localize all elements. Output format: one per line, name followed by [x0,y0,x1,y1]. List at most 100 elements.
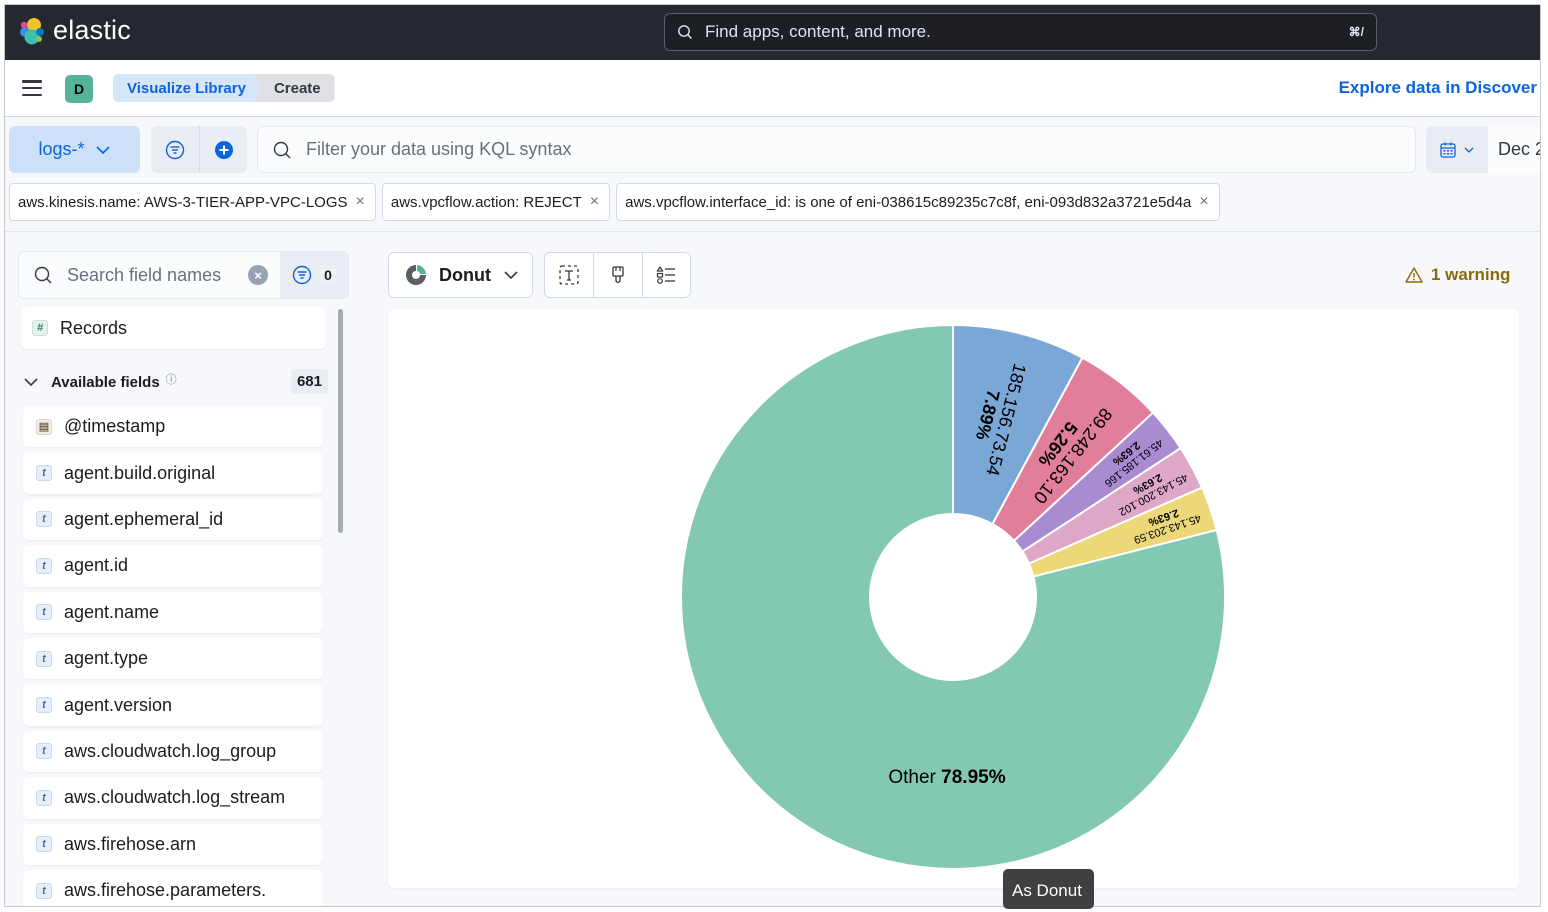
legend-list-icon [656,265,676,284]
quick-date-menu-button[interactable] [1426,126,1488,173]
divider [5,231,1540,232]
field-name: aws.cloudwatch.log_group [64,740,277,761]
available-fields-label: Available fields [51,373,160,391]
elastic-logo[interactable]: elastic [17,15,131,46]
field-name: agent.build.original [64,462,216,483]
sidebar-scrollbar[interactable] [338,309,343,533]
field-name: agent.ephemeral_id [64,508,224,529]
filter-count-badge: 0 [320,265,336,285]
breadcrumb-create: Create [253,74,335,102]
brush-icon [612,266,624,284]
field-name: agent.version [64,694,173,715]
field-item[interactable]: t agent.name [23,591,323,633]
field-item[interactable]: t agent.id [23,545,323,587]
chart-toolbar [544,252,691,298]
filter-icon [292,265,312,285]
menu-toggle-icon[interactable] [22,80,42,96]
string-field-icon: t [36,650,52,667]
field-item-records[interactable]: # Records [21,307,326,349]
number-field-icon: # [32,320,48,336]
field-name: aws.firehose.parameters. [64,880,267,901]
filter-pills: aws.kinesis.name: AWS-3-TIER-APP-VPC-LOG… [9,183,1220,221]
kql-query-input[interactable]: Filter your data using KQL syntax [257,126,1416,173]
keyboard-shortcut-badge: ⌘/ [1348,25,1364,39]
field-name: aws.cloudwatch.log_stream [64,787,286,808]
chevron-down-icon [95,145,110,154]
string-field-icon: t [36,511,52,528]
field-item[interactable]: t agent.ephemeral_id [23,498,323,541]
available-fields-count: 681 [290,369,328,394]
field-search-input[interactable]: Search field names × 0 [18,251,349,299]
breadcrumb-visualize-library[interactable]: Visualize Library [113,74,262,102]
global-search-input[interactable]: Find apps, content, and more. ⌘/ [664,13,1377,51]
search-icon [273,141,291,158]
text-labels-icon [559,265,579,285]
field-item[interactable]: t agent.build.original [23,452,323,494]
field-item[interactable]: t aws.cloudwatch.log_stream [23,777,323,819]
filter-actions [151,126,247,173]
labels-button[interactable] [545,253,593,297]
field-item[interactable]: t agent.type [23,637,323,680]
calendar-icon [1440,142,1456,158]
string-field-icon: t [36,465,52,482]
warning-label: 1 warning [1431,265,1511,284]
field-item[interactable]: t aws.firehose.arn [23,823,323,865]
date-start-value[interactable]: Dec 2 [1488,126,1540,173]
filter-icon [165,140,185,159]
filter-pill-label: aws.vpcflow.interface_id: is one of eni-… [625,193,1192,211]
chevron-down-icon [1464,147,1474,153]
string-field-icon: t [36,697,52,714]
warning-icon [1405,267,1423,283]
field-item[interactable]: t agent.version [23,684,323,726]
string-field-icon: t [36,557,52,574]
field-item[interactable]: ▤ @timestamp [23,406,323,448]
plus-circle-icon [214,140,233,159]
chart-type-tooltip: As Donut [1003,869,1094,909]
filter-pill[interactable]: aws.vpcflow.interface_id: is one of eni-… [616,183,1220,221]
add-filter-button[interactable] [199,126,247,173]
breadcrumb-bar: D Visualize Library Create Explore data … [5,60,1540,117]
available-fields-header[interactable]: Available fields ⓘ 681 [23,367,328,397]
date-field-icon: ▤ [36,418,52,435]
field-name: aws.firehose.arn [64,833,197,854]
legend-button[interactable] [641,253,690,297]
remove-filter-icon[interactable]: × [1199,193,1208,211]
field-name: @timestamp [64,416,166,437]
field-name: agent.name [64,601,160,622]
chevron-down-icon [504,271,518,280]
appearance-button[interactable] [593,253,641,297]
remove-filter-icon[interactable]: × [590,193,599,211]
search-icon [678,25,692,39]
help-icon[interactable]: ⓘ [166,371,177,387]
space-avatar[interactable]: D [65,75,93,103]
elastic-logo-icon [20,17,44,44]
global-header: elastic Find apps, content, and more. ⌘/ [5,5,1540,60]
clear-search-icon[interactable]: × [248,265,268,285]
field-name: agent.id [64,555,129,576]
explore-in-discover-link[interactable]: Explore data in Discover [1339,78,1537,98]
kql-placeholder: Filter your data using KQL syntax [306,139,572,159]
data-view-picker[interactable]: logs-* [9,126,140,173]
breadcrumb: Visualize Library Create [113,74,335,102]
search-icon [34,266,52,284]
string-field-icon: t [36,882,52,899]
field-list: ▤ @timestamp t agent.build.original t agent… [23,406,323,906]
field-name: agent.type [64,648,149,669]
warning-indicator[interactable]: 1 warning [1405,265,1510,285]
field-item[interactable]: t aws.firehose.parameters. [23,869,323,906]
field-item[interactable]: t aws.cloudwatch.log_group [23,730,323,773]
date-picker[interactable]: Dec 2 [1426,126,1540,173]
field-type-filter-button[interactable]: 0 [280,252,348,298]
filter-pill-label: aws.kinesis.name: AWS-3-TIER-APP-VPC-LOG… [18,193,348,211]
string-field-icon: t [36,743,52,760]
brand-name: elastic [53,15,131,45]
filter-menu-button[interactable] [151,126,199,173]
filter-pill-label: aws.vpcflow.action: REJECT [390,193,582,211]
field-name: Records [60,317,128,338]
remove-filter-icon[interactable]: × [356,193,365,211]
chart-type-switcher[interactable]: Donut [388,252,533,298]
chevron-down-icon [24,378,38,387]
chart-type-label: Donut [439,264,491,285]
filter-pill[interactable]: aws.kinesis.name: AWS-3-TIER-APP-VPC-LOG… [9,183,376,221]
filter-pill[interactable]: aws.vpcflow.action: REJECT × [381,183,611,221]
